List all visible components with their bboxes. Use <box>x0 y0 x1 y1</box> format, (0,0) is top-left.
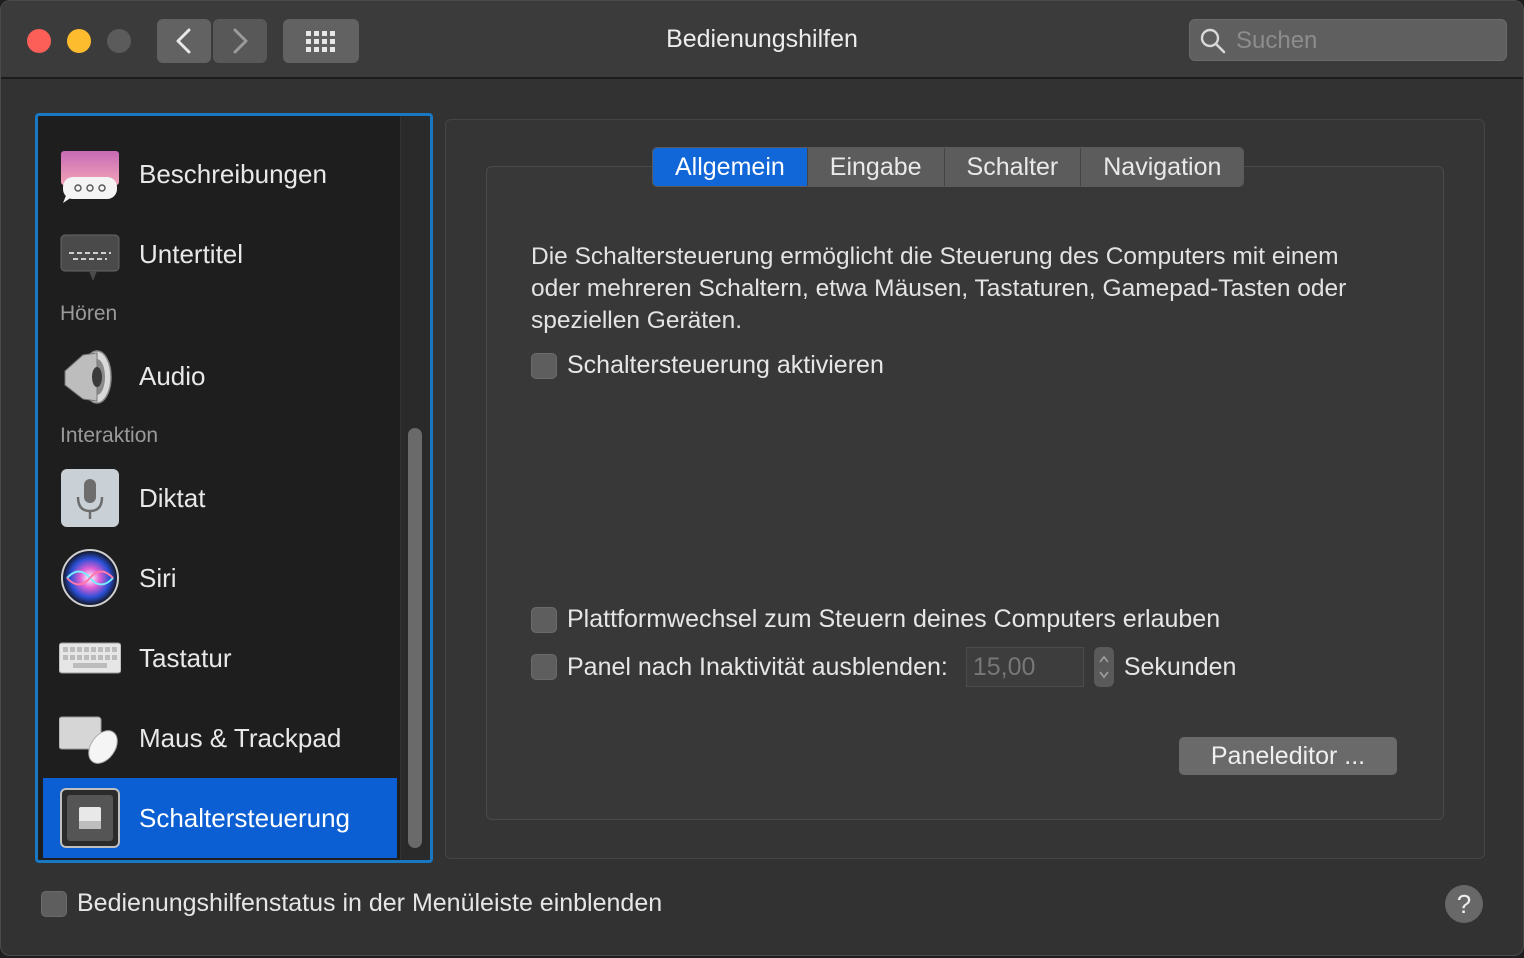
subtitles-icon <box>60 234 120 281</box>
tab-allgemein[interactable]: Allgemein <box>653 148 808 186</box>
mouse-trackpad-icon <box>59 716 118 764</box>
checkbox-label: Schaltersteuerung aktivieren <box>567 351 884 379</box>
hide-panel-seconds-input[interactable] <box>965 647 1084 687</box>
switch-control-icon <box>60 788 120 848</box>
sidebar-item-label: Beschreibungen <box>139 158 327 189</box>
hide-panel-row[interactable]: Panel nach Inaktivität ausblenden: Sekun… <box>531 647 1236 687</box>
description-text: Die Schaltersteuerung ermöglicht die Ste… <box>531 243 1347 334</box>
sidebar-scrollbar[interactable] <box>400 116 430 860</box>
panel-editor-button[interactable]: Paneleditor ... <box>1179 737 1397 775</box>
scrollbar-thumb[interactable] <box>408 428 422 848</box>
preferences-window: Bedienungshilfen Beschreibungen <box>0 0 1524 956</box>
show-status-in-menubar-row[interactable]: Bedienungshilfenstatus in der Menüleiste… <box>41 889 662 918</box>
settings-panel: Die Schaltersteuerung ermöglicht die Ste… <box>445 119 1485 859</box>
keyboard-icon <box>59 642 121 674</box>
sidebar-item-label: Maus & Trackpad <box>139 722 342 753</box>
search-input[interactable] <box>1234 20 1498 62</box>
show-status-in-menubar-checkbox[interactable] <box>41 890 67 917</box>
speaker-icon <box>64 350 112 404</box>
tab-navigation[interactable]: Navigation <box>1081 148 1244 186</box>
tab-content: Die Schaltersteuerung ermöglicht die Ste… <box>486 166 1444 820</box>
sidebar-item-label: Schaltersteuerung <box>139 802 351 833</box>
sidebar-item-audio[interactable]: Audio <box>43 336 397 416</box>
checkbox-label: Plattformwechsel zum Steuern deines Comp… <box>567 605 1221 633</box>
sidebar-item-tastatur[interactable]: Tastatur <box>43 618 397 698</box>
microphone-icon <box>61 469 119 527</box>
sidebar-item-maus-trackpad[interactable]: Maus & Trackpad <box>43 698 397 778</box>
seconds-unit-label: Sekunden <box>1123 652 1237 681</box>
hide-panel-checkbox[interactable] <box>531 654 557 680</box>
sidebar-item-schaltersteuerung[interactable]: Schaltersteuerung <box>43 778 397 858</box>
sidebar-item-label: Untertitel <box>139 238 244 269</box>
section-header-interaktion: Interaktion <box>60 424 159 447</box>
sidebar-item-untertitel[interactable]: Untertitel <box>43 214 397 294</box>
checkbox-label: Panel nach Inaktivität ausblenden: <box>567 652 948 681</box>
stepper-arrows-icon <box>1099 655 1109 679</box>
sidebar-item-diktat[interactable]: Diktat <box>43 458 397 538</box>
sidebar-item-label: Audio <box>139 360 206 391</box>
sidebar-list[interactable]: Beschreibungen Untertitel Hören Audio In… <box>35 113 433 863</box>
section-header-hoeren: Hören <box>60 302 118 325</box>
sidebar-item-label: Siri <box>139 562 177 593</box>
help-button[interactable]: ? <box>1445 885 1483 923</box>
seconds-stepper[interactable] <box>1093 647 1114 687</box>
tab-bar: Allgemein Eingabe Schalter Navigation <box>652 147 1245 187</box>
titlebar: Bedienungshilfen <box>1 1 1523 79</box>
tab-eingabe[interactable]: Eingabe <box>807 148 945 186</box>
sidebar-item-label: Diktat <box>139 482 206 513</box>
enable-switch-control-row[interactable]: Schaltersteuerung aktivieren <box>531 351 884 380</box>
platform-switching-checkbox[interactable] <box>531 606 557 633</box>
checkbox-label: Bedienungshilfenstatus in der Menüleiste… <box>77 889 663 917</box>
search-field[interactable] <box>1189 19 1507 62</box>
platform-switching-row[interactable]: Plattformwechsel zum Steuern deines Comp… <box>531 605 1220 634</box>
sidebar-item-label: Tastatur <box>139 642 232 673</box>
tab-schalter[interactable]: Schalter <box>944 148 1082 186</box>
speech-bubble-icon <box>61 151 119 203</box>
sidebar-item-beschreibungen[interactable]: Beschreibungen <box>43 134 397 214</box>
search-icon <box>1200 28 1226 54</box>
enable-switch-control-checkbox[interactable] <box>531 352 557 379</box>
siri-icon <box>61 549 119 607</box>
sidebar-item-siri[interactable]: Siri <box>43 538 397 618</box>
